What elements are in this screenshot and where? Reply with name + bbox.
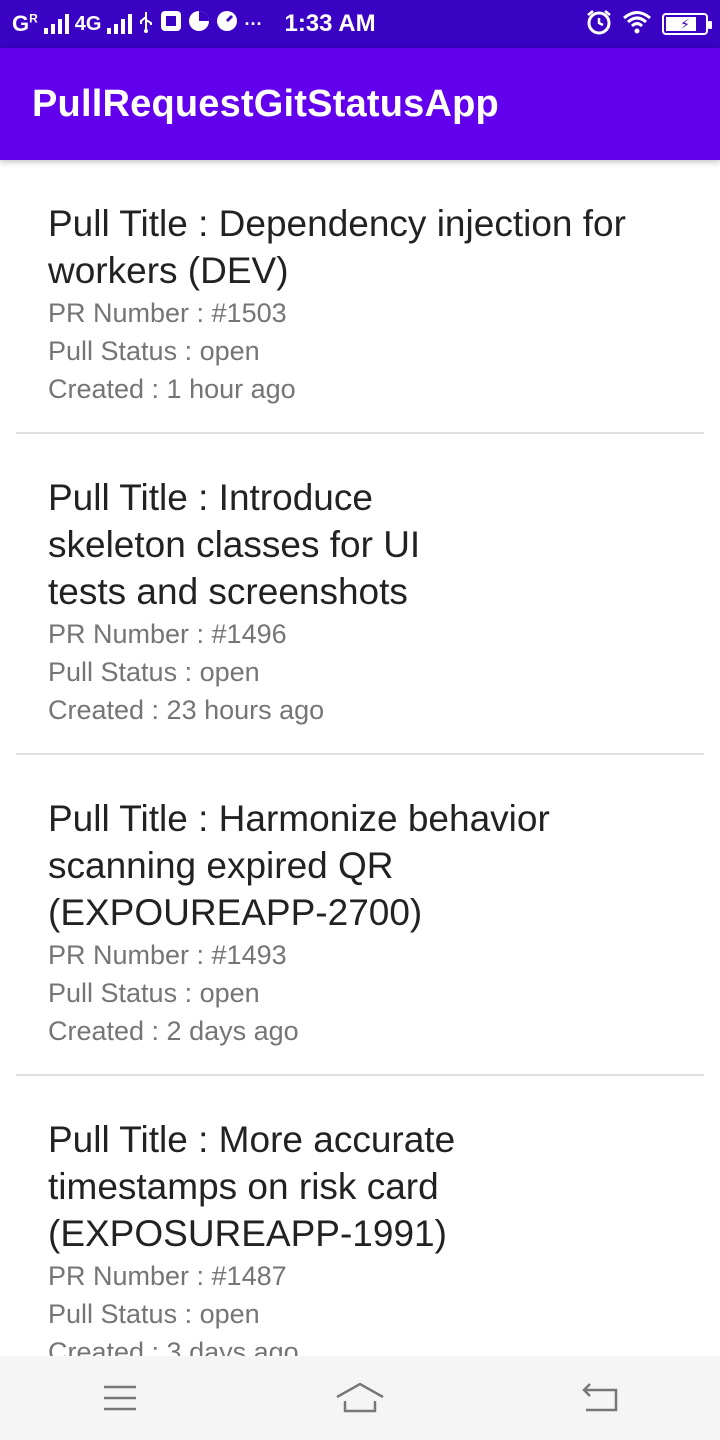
navigation-bar: [0, 1356, 720, 1440]
status-bar-left: GR 4G ··· 1:33 AM: [12, 10, 376, 38]
data-saver-icon: [188, 10, 210, 38]
created-time: Created : 1 hour ago: [48, 374, 296, 404]
signal-strength-icon-2: [107, 14, 133, 34]
app-title: PullRequestGitStatusApp: [32, 82, 499, 125]
charging-icon: ⚡: [680, 15, 690, 32]
pull-status: Pull Status : open: [48, 1299, 260, 1329]
signal-strength-icon: [43, 14, 69, 34]
pull-request-item[interactable]: Pull Title : More accurate timestamps on…: [0, 1076, 720, 1395]
wifi-icon: [622, 10, 652, 39]
menu-button[interactable]: [80, 1368, 160, 1428]
created-time: Created : 23 hours ago: [48, 695, 325, 725]
network-type-label: GR: [12, 11, 38, 36]
network-4g-label: 4G: [74, 12, 102, 35]
pull-status: Pull Status : open: [48, 657, 260, 687]
speed-icon: [216, 10, 238, 38]
home-button[interactable]: [320, 1368, 400, 1428]
overflow-indicator: ···: [244, 13, 263, 34]
pull-request-item[interactable]: Pull Title : Dependency injection for wo…: [0, 160, 720, 432]
home-icon: [336, 1382, 384, 1413]
pull-request-item[interactable]: Pull Title : Introduce skeleton classes …: [0, 434, 720, 753]
status-bar: GR 4G ··· 1:33 AM ⚡: [0, 0, 720, 48]
pull-title: Pull Title : Harmonize behavior scanning…: [48, 798, 550, 933]
status-bar-right: ⚡: [586, 9, 712, 40]
pull-title: Pull Title : More accurate timestamps on…: [48, 1119, 456, 1254]
battery-icon: ⚡: [662, 13, 712, 35]
clock: 1:33 AM: [284, 10, 376, 37]
app-bar: PullRequestGitStatusApp: [0, 48, 720, 160]
alarm-icon: [586, 9, 612, 40]
back-icon: [582, 1383, 618, 1412]
usb-icon: [138, 11, 154, 38]
notification-icon: [160, 10, 182, 38]
pull-request-list[interactable]: Pull Title : Dependency injection for wo…: [0, 160, 720, 1395]
pr-number: PR Number : #1496: [48, 619, 287, 649]
screen: GR 4G ··· 1:33 AM ⚡ PullRequestGitStatus…: [0, 0, 720, 1440]
pull-request-item[interactable]: Pull Title : Harmonize behavior scanning…: [0, 755, 720, 1074]
pull-status: Pull Status : open: [48, 978, 260, 1008]
pr-number: PR Number : #1487: [48, 1261, 287, 1291]
pull-status: Pull Status : open: [48, 336, 260, 366]
menu-icon: [104, 1385, 136, 1411]
back-button[interactable]: [560, 1368, 640, 1428]
pr-number: PR Number : #1503: [48, 298, 287, 328]
pr-number: PR Number : #1493: [48, 940, 287, 970]
pull-title: Pull Title : Introduce skeleton classes …: [48, 477, 421, 612]
created-time: Created : 2 days ago: [48, 1016, 299, 1046]
pull-title: Pull Title : Dependency injection for wo…: [48, 203, 626, 291]
